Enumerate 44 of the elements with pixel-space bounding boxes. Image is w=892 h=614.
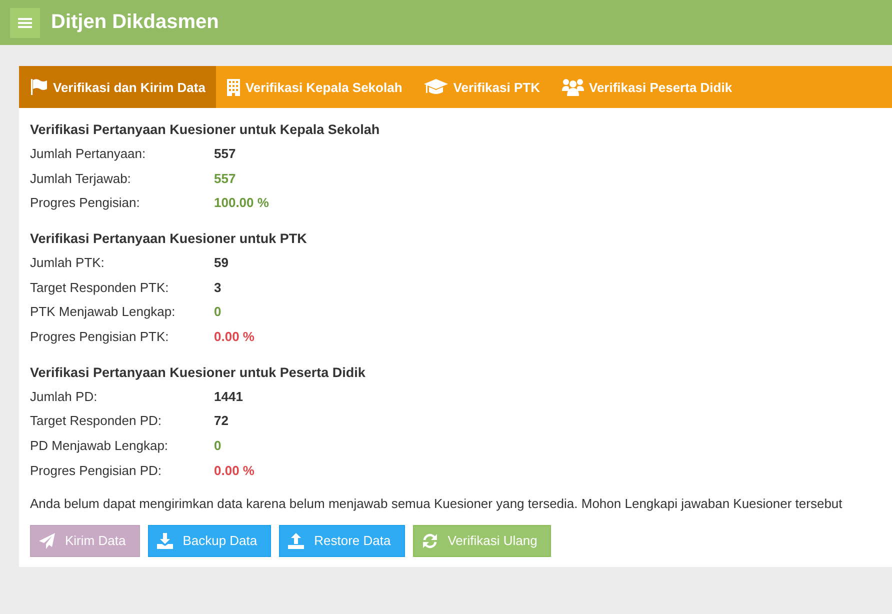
download-icon: [156, 532, 173, 549]
field-label: PD Menjawab Lengkap:: [30, 438, 170, 454]
tab[interactable]: Verifikasi PTK: [413, 66, 551, 108]
refresh-icon: [422, 532, 438, 549]
action-button[interactable]: Verifikasi Ulang: [412, 524, 552, 557]
app-title: Ditjen Dikdasmen: [51, 11, 219, 34]
section-title: Verifikasi Pertanyaan Kuesioner untuk Kepala Sekolah: [30, 121, 381, 139]
field-label: Target Responden PD:: [30, 413, 163, 428]
field-label: Progres Pengisian PD:: [30, 462, 163, 478]
field-label: Jumlah Terjawab:: [30, 170, 132, 186]
upload-icon: [288, 532, 304, 549]
users-icon: [562, 78, 584, 96]
field-value: 0: [214, 304, 222, 320]
building-icon: [227, 78, 240, 96]
field-value: 557: [214, 170, 236, 186]
field-label: Jumlah Pertanyaan:: [30, 146, 147, 161]
notice-text: Anda belum dapat mengirimkan data karena belum menjawab semua Kuesioner yang tersedia. Mohon Lengkapi jawaban Kuesioner tersebut: [30, 496, 844, 511]
section-title: Verifikasi Pertanyaan Kuesioner untuk Peserta Didik: [30, 364, 366, 382]
tab[interactable]: Verifikasi dan Kirim Data: [19, 66, 216, 108]
paper-plane-icon: [39, 532, 55, 549]
field-value: 0: [214, 438, 222, 454]
field-value: 0.00 %: [214, 462, 254, 478]
field-value: 100.00 %: [214, 195, 269, 210]
action-button[interactable]: Backup Data: [148, 524, 272, 557]
field-value: 0.00 %: [214, 328, 254, 344]
menu-icon: [18, 16, 32, 28]
graduation-cap-icon: [424, 79, 448, 95]
field-value: 3: [214, 280, 222, 295]
field-label: Progres Pengisian:: [30, 195, 141, 210]
field-label: Progres Pengisian PTK:: [30, 328, 170, 344]
field-label: PTK Menjawab Lengkap:: [30, 304, 176, 320]
flag-icon: [30, 79, 48, 95]
tab[interactable]: Verifikasi Peserta Didik: [550, 66, 744, 108]
menu-button[interactable]: [10, 8, 40, 38]
field-value: 557: [214, 146, 236, 161]
field-label: Jumlah PD:: [30, 388, 98, 404]
field-value: 59: [214, 254, 228, 270]
field-label: Target Responden PTK:: [30, 280, 170, 295]
field-label: Jumlah PTK:: [30, 254, 106, 270]
field-value: 72: [214, 413, 228, 428]
field-value: 1441: [214, 388, 243, 404]
action-button[interactable]: Restore Data: [279, 524, 405, 557]
section-title: Verifikasi Pertanyaan Kuesioner untuk PTK: [30, 230, 308, 248]
tab[interactable]: Verifikasi Kepala Sekolah: [216, 66, 414, 108]
